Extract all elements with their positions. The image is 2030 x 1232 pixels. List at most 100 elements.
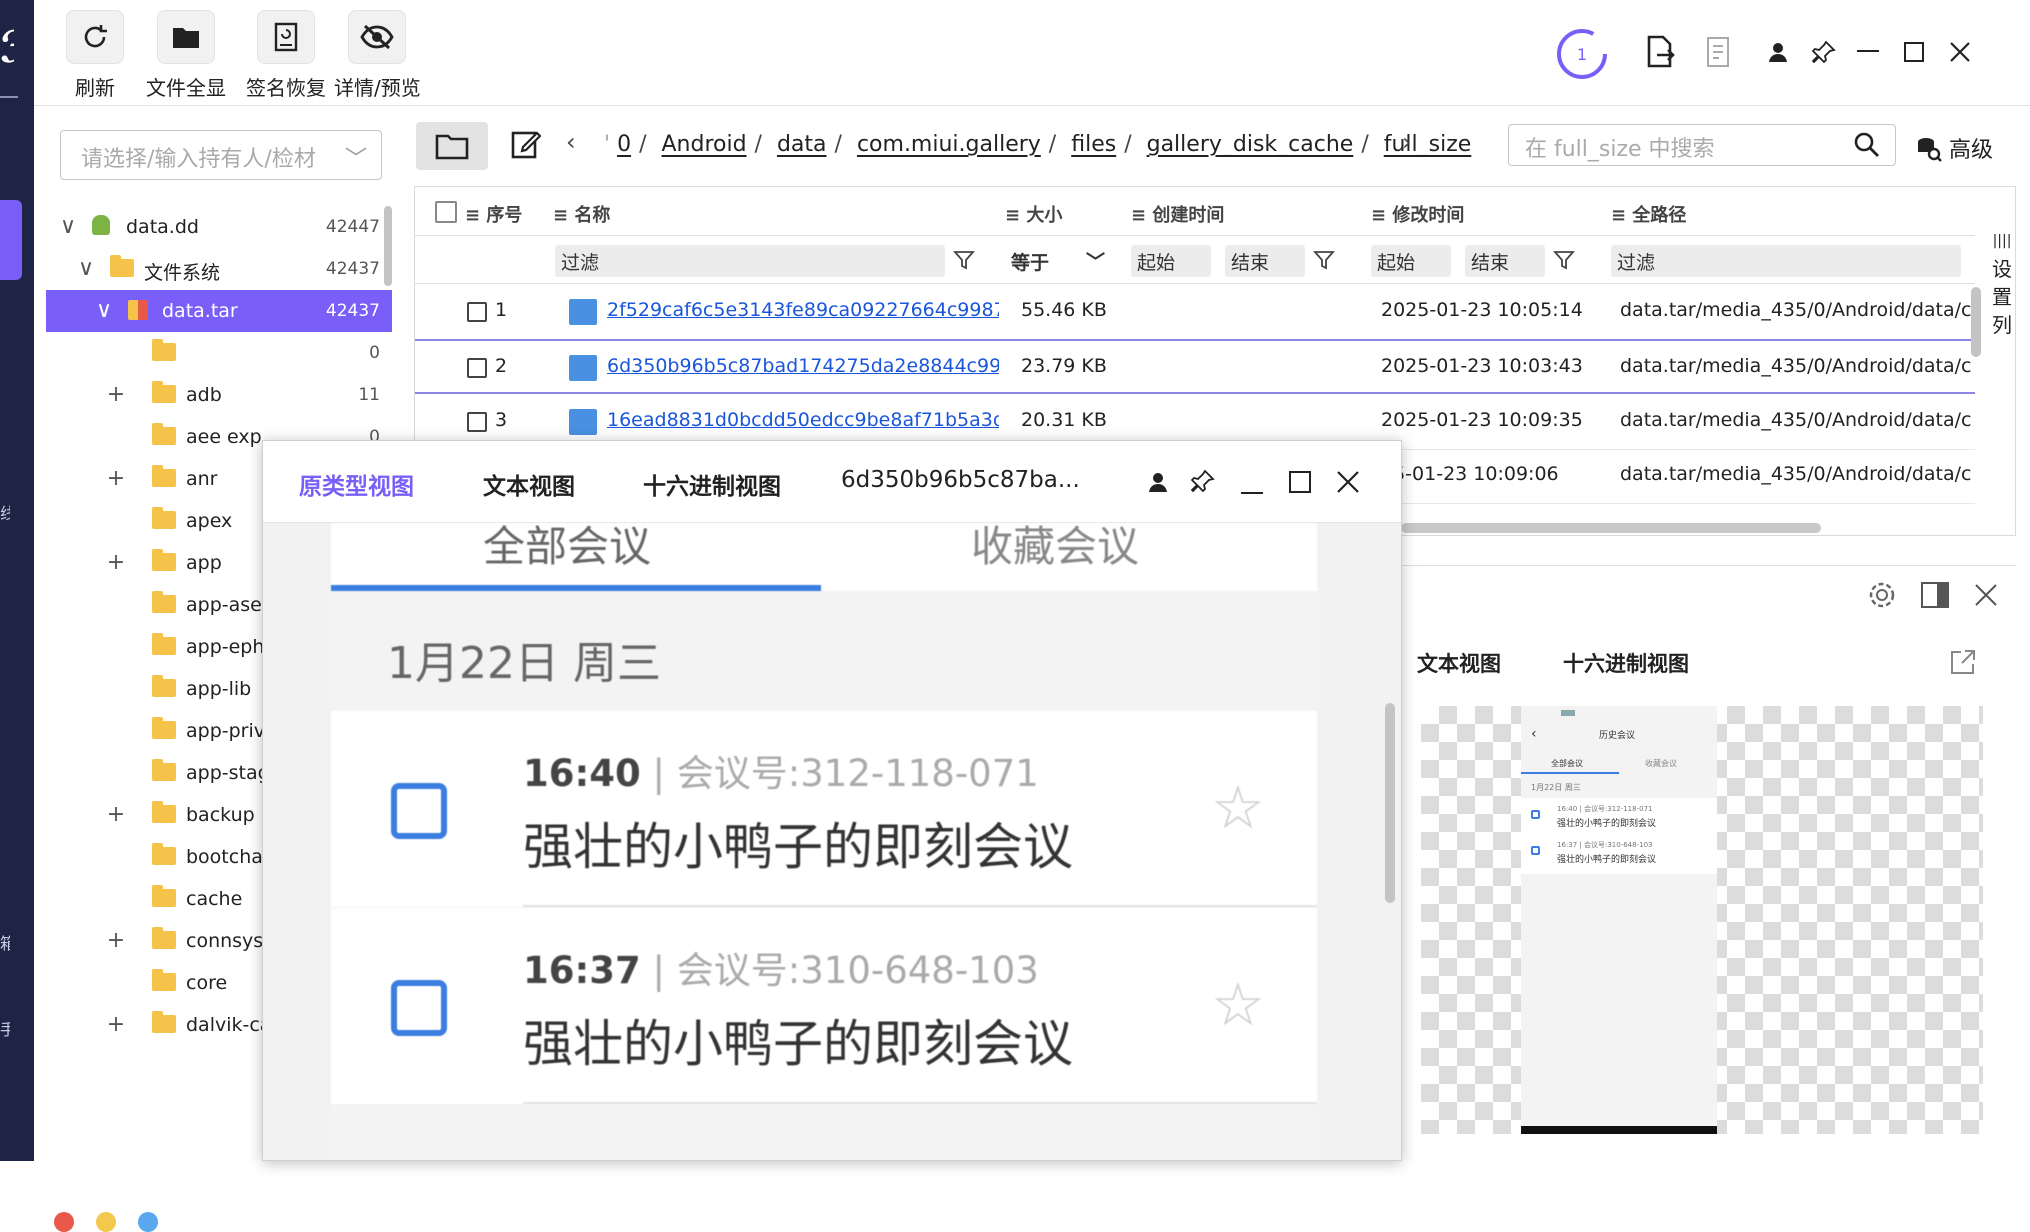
expand-icon[interactable]: + — [106, 928, 126, 953]
viewer-tab-native[interactable]: 原类型视图 — [299, 467, 414, 501]
report-icon[interactable] — [1698, 32, 1738, 72]
close-icon[interactable] — [1337, 471, 1359, 497]
modified-end-input[interactable]: 结束 — [1465, 245, 1545, 277]
pin-icon[interactable] — [1804, 32, 1844, 72]
forward-arrow-icon[interactable]: › — [1402, 128, 1412, 156]
eye-off-icon — [348, 10, 407, 64]
collapse-icon[interactable]: ∨ — [58, 214, 78, 239]
crumb[interactable]: data — [777, 132, 827, 157]
rail-glyph[interactable]: 手 — [0, 1016, 10, 1040]
signature-restore-button[interactable]: 签名恢复 — [246, 10, 326, 101]
pin-icon[interactable] — [1190, 469, 1215, 497]
viewer-tab-text[interactable]: 文本视图 — [483, 467, 575, 501]
name-filter-input[interactable]: 过滤 — [555, 245, 945, 277]
created-end-input[interactable]: 结束 — [1225, 245, 1305, 277]
table-vertical-scrollbar[interactable] — [1971, 287, 1981, 357]
user-icon[interactable] — [1147, 471, 1169, 497]
row-modified-time: 2025-01-23 10:05:14 — [1381, 299, 1583, 321]
collapse-icon[interactable]: ∨ — [94, 298, 114, 323]
thumb-date: 1月22日 周三 — [1531, 783, 1581, 792]
rail-active-item[interactable] — [0, 200, 22, 280]
tree-item[interactable]: ∨ 文件系统 42437 — [46, 248, 392, 290]
expand-icon[interactable]: + — [106, 802, 126, 827]
search-icon[interactable] — [1853, 131, 1881, 165]
open-external-icon[interactable] — [1949, 648, 1977, 680]
rail-glyph[interactable]: 箱 — [0, 930, 10, 954]
back-arrow-icon[interactable]: ‹ — [566, 128, 576, 156]
row-file-name[interactable]: 2f529caf6c5e3143fe89ca09227664c998777 — [607, 299, 999, 321]
select-all-checkbox[interactable] — [435, 201, 457, 223]
refresh-button[interactable]: 刷新 — [66, 10, 124, 101]
column-header-fullpath[interactable]: ≡ 全路径 — [1611, 201, 1686, 227]
crumb[interactable]: files — [1071, 132, 1116, 157]
user-icon[interactable] — [1758, 32, 1798, 72]
edit-path-icon[interactable] — [504, 122, 548, 166]
details-preview-button[interactable]: 详情/预览 — [334, 10, 421, 101]
table-row[interactable]: 2 6d350b96b5c87bad174275da2e8844c99e5 23.7… — [415, 339, 1975, 394]
created-start-input[interactable]: 起始 — [1131, 245, 1211, 277]
folder-icon — [157, 10, 215, 64]
column-header-modified[interactable]: ≡ 修改时间 — [1371, 201, 1464, 227]
task-progress-indicator[interactable]: 1 — [1554, 26, 1610, 82]
maximize-icon[interactable] — [1894, 32, 1934, 72]
folder-view-button[interactable] — [416, 122, 488, 170]
folder-icon — [152, 339, 176, 361]
filter-icon[interactable] — [1313, 249, 1335, 275]
expand-icon[interactable]: + — [106, 466, 126, 491]
column-header-size[interactable]: ≡ 大小 — [1005, 201, 1062, 227]
row-file-name[interactable]: 16ead8831d0bcdd50edcc9be8af71b5a3dfe — [607, 409, 999, 431]
row-checkbox[interactable] — [467, 302, 487, 322]
column-settings-button[interactable]: |||| 设置列 — [1987, 227, 2015, 339]
show-all-files-button[interactable]: 文件全显 — [146, 10, 226, 101]
thumb-item-line2: 强壮的小鸭子的即刻会议 — [1557, 855, 1657, 865]
table-row[interactable]: 1 2f529caf6c5e3143fe89ca09227664c998777 55… — [415, 285, 1975, 340]
signature-restore-label: 签名恢复 — [246, 76, 326, 100]
tree-scrollbar[interactable] — [384, 206, 392, 286]
crumb[interactable]: com.miui.gallery — [857, 132, 1041, 157]
size-operator-select[interactable]: 等于 ﹀ — [1005, 245, 1109, 277]
tree-item[interactable]: ∨ data.tar 42437 — [46, 290, 392, 332]
column-header-name[interactable]: ≡ 名称 — [553, 201, 610, 227]
row-file-name[interactable]: 6d350b96b5c87bad174275da2e8844c99e5 — [607, 355, 999, 377]
viewer-scrollbar[interactable] — [1385, 703, 1395, 903]
row-modified-time: 25-01-23 10:09:06 — [1381, 463, 1559, 485]
preview-tab-text[interactable]: 文本视图 — [1417, 648, 1501, 678]
expand-icon[interactable]: + — [106, 550, 126, 575]
rail-glyph[interactable]: 线 — [0, 500, 10, 524]
minimize-icon[interactable] — [1241, 481, 1263, 500]
column-header-index[interactable]: ≡ 序号 — [465, 201, 522, 227]
table-horizontal-scrollbar[interactable] — [1401, 523, 1821, 533]
crumb[interactable]: 0 — [617, 132, 631, 157]
collapse-icon[interactable]: ∨ — [76, 256, 96, 281]
viewer-tab-hex[interactable]: 十六进制视图 — [643, 467, 781, 501]
row-checkbox[interactable] — [467, 358, 487, 378]
path-filter-input[interactable]: 过滤 — [1611, 245, 1961, 277]
modified-start-input[interactable]: 起始 — [1371, 245, 1451, 277]
tree-item[interactable]: ∨ data.dd 42447 — [46, 206, 392, 248]
breadcrumb: ' 0/ Android / data / com.miui.gallery / fi… — [604, 132, 1472, 157]
search-input[interactable]: 在 full_size 中搜索 — [1508, 124, 1896, 166]
tree-item[interactable]: + adb 11 — [46, 374, 392, 416]
gear-icon[interactable] — [1867, 580, 1897, 614]
row-checkbox[interactable] — [467, 412, 487, 432]
expand-icon[interactable]: + — [106, 1012, 126, 1037]
close-icon[interactable] — [1940, 32, 1980, 72]
split-view-icon[interactable] — [1921, 582, 1949, 612]
owner-select[interactable]: 请选择/输入持有人/检材 ﹀ — [60, 130, 382, 180]
maximize-icon[interactable] — [1289, 471, 1311, 497]
preview-tab-hex[interactable]: 十六进制视图 — [1563, 648, 1689, 678]
filter-icon[interactable] — [953, 249, 975, 275]
image-content: 全部会议 收藏会议 1月22日 周三 16:40 | 会议号:312-118-0… — [331, 522, 1317, 1160]
minimize-icon[interactable] — [1848, 32, 1888, 72]
crumb[interactable]: gallery_disk_cache — [1147, 132, 1354, 157]
advanced-search-button[interactable]: 高级 — [1916, 132, 1993, 164]
folder-icon — [152, 759, 176, 781]
close-preview-icon[interactable] — [1975, 584, 1997, 610]
tree-item[interactable]: 0 — [46, 332, 392, 374]
crumb[interactable]: full_size — [1384, 132, 1472, 157]
export-file-icon[interactable] — [1640, 32, 1680, 72]
crumb[interactable]: Android — [661, 132, 746, 157]
expand-icon[interactable]: + — [106, 382, 126, 407]
filter-icon[interactable] — [1553, 249, 1575, 275]
column-header-created[interactable]: ≡ 创建时间 — [1131, 201, 1224, 227]
